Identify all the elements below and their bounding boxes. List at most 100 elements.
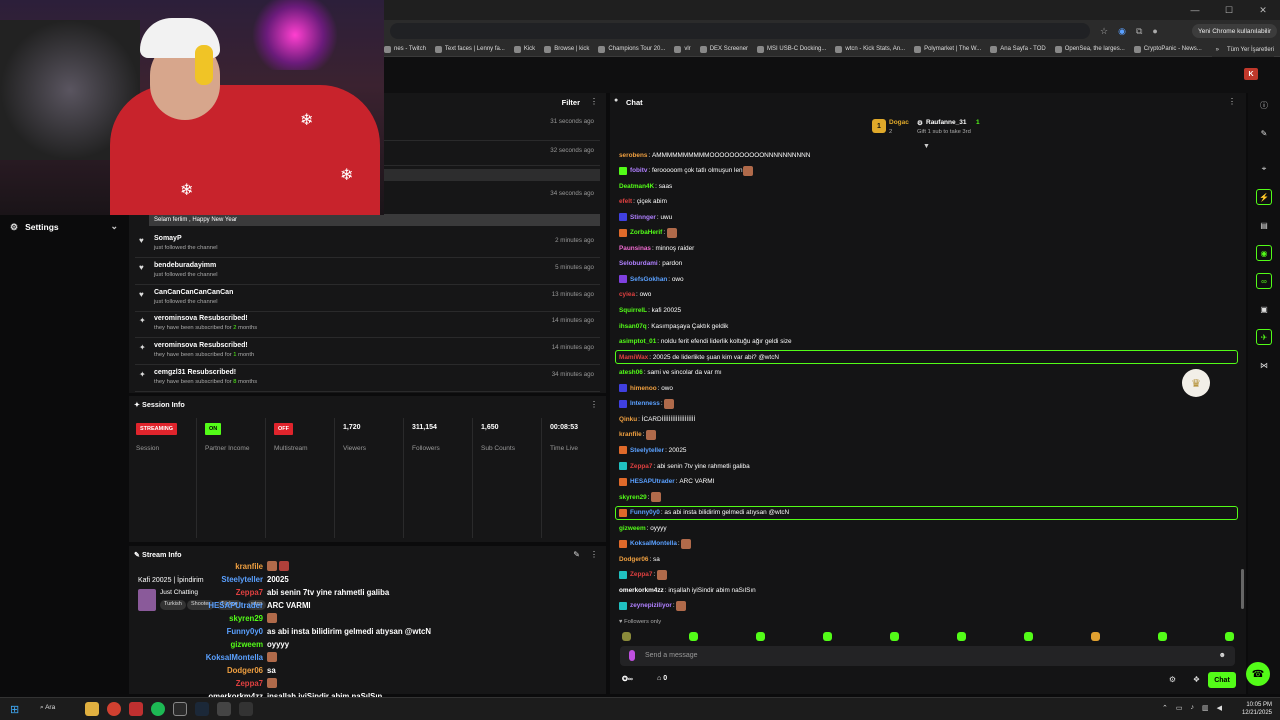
bookmark-item[interactable]: DEX Screener	[699, 45, 748, 53]
lightning-icon[interactable]: ⚡	[1256, 189, 1272, 205]
edit-icon[interactable]: ✎	[573, 550, 580, 559]
windows-start-icon[interactable]: ⊞	[10, 703, 19, 716]
chat-username[interactable]: Intenness	[630, 400, 660, 407]
chat-username[interactable]: Seloburdami	[619, 260, 658, 267]
terminal-icon[interactable]	[173, 702, 187, 716]
emote-icon[interactable]	[1158, 632, 1167, 641]
clock[interactable]: 10:05 PM 12/21/2025	[1242, 701, 1272, 717]
speaker-icon[interactable]: ◀	[1217, 704, 1222, 712]
app-icon[interactable]	[129, 702, 143, 716]
gift-prompt[interactable]: Gift 1 sub to take 3rd	[917, 129, 971, 135]
chat-username[interactable]: zeynepiziliyor	[630, 602, 672, 609]
settings-menu[interactable]: ⚙ Settings ⌄	[0, 215, 128, 239]
chrome-update-button[interactable]: Yeni Chrome kullanılabilir	[1192, 24, 1278, 38]
chat-input[interactable]: Send a message ☻	[620, 646, 1235, 666]
pen-icon[interactable]: ✎	[1256, 125, 1272, 141]
emoji-icon[interactable]: ☻	[1219, 652, 1226, 659]
star-icon[interactable]: ☆	[1100, 26, 1108, 37]
chat-username[interactable]: ihsan07q	[619, 323, 647, 330]
bookmark-item[interactable]: OpenSea, the larges...	[1054, 45, 1125, 53]
emote-icon[interactable]	[1091, 632, 1100, 641]
emote-icon[interactable]	[823, 632, 832, 641]
bookmark-item[interactable]: Text faces | Lenny fa...	[434, 45, 505, 53]
emote-icon[interactable]	[756, 632, 765, 641]
chat-username[interactable]: SefsGokhan	[630, 276, 667, 283]
emote-icon[interactable]	[1225, 632, 1234, 641]
all-bookmarks[interactable]: » Tüm Yer İşaretleri	[1211, 42, 1274, 57]
microphone-icon[interactable]	[629, 650, 635, 661]
link-icon[interactable]: ∞	[1256, 273, 1272, 289]
more-options-icon[interactable]: ⋮	[590, 97, 598, 106]
cast-icon[interactable]: ◉	[1118, 26, 1126, 37]
mic-icon[interactable]: ♪	[1190, 704, 1194, 712]
bookmark-item[interactable]: Kick	[513, 45, 535, 53]
bookmark-item[interactable]: MSI USB-C Docking...	[757, 45, 826, 53]
filter-button[interactable]: Filter	[562, 98, 580, 107]
chat-username[interactable]: ZorbaHerif	[630, 229, 662, 236]
chat-username[interactable]: Deatman4K	[619, 183, 654, 190]
app-icon[interactable]	[217, 702, 231, 716]
document-icon[interactable]: ▤	[1256, 217, 1272, 233]
scroll-down-icon[interactable]: ▼	[923, 143, 930, 150]
chat-username[interactable]: asimptot_01	[619, 338, 656, 345]
chat-username[interactable]: gizweem	[619, 525, 646, 532]
target-icon[interactable]: ⌖	[1256, 161, 1272, 177]
chat-username[interactable]: Steelyteller	[630, 447, 664, 454]
chat-username[interactable]: HESAPUtrader	[630, 478, 675, 485]
profile-icon[interactable]: ●	[1152, 26, 1157, 36]
chat-username[interactable]: efelt	[619, 198, 632, 205]
more-options-icon[interactable]: ⋮	[1228, 97, 1236, 106]
chat-username[interactable]: SquirrelL	[619, 307, 647, 314]
chat-username[interactable]: Funny0y0	[630, 509, 660, 516]
bookmark-item[interactable]: nes - Twitch	[384, 45, 426, 53]
bookmark-item[interactable]: vlr	[674, 45, 691, 53]
taskbar-search[interactable]: ⌕ Ara	[40, 704, 55, 712]
chat-username[interactable]: kranfile	[619, 431, 642, 438]
chat-bubble-icon[interactable]: ◉	[1256, 245, 1272, 261]
emote-icon[interactable]	[622, 632, 631, 641]
chat-username[interactable]: KoksalMontella	[630, 540, 677, 547]
chat-scrollbar[interactable]	[1241, 569, 1244, 609]
app-icon[interactable]	[239, 702, 253, 716]
network-icon[interactable]: ▭	[1176, 704, 1183, 712]
steam-icon[interactable]	[195, 702, 209, 716]
emote-picker-icon[interactable]: ❖	[1193, 675, 1200, 684]
chevron-up-icon[interactable]: ⌃	[1162, 704, 1168, 712]
url-field[interactable]	[390, 23, 1090, 39]
monitor-icon[interactable]: ▥	[1202, 704, 1209, 712]
bookmark-item[interactable]: wtcn - Kick Stats, An...	[835, 45, 905, 53]
help-chat-button[interactable]: ☎	[1246, 662, 1270, 686]
gift-subs[interactable]: ⌂ 0	[657, 675, 667, 682]
bookmark-item[interactable]: Champions Tour 20...	[598, 45, 665, 53]
chat-username[interactable]: Zeppa7	[630, 571, 652, 578]
chat-username[interactable]: atesh06	[619, 369, 643, 376]
chat-username[interactable]: Qinku	[619, 416, 637, 423]
bookmark-icon[interactable]: ▣	[1256, 301, 1272, 317]
bookmark-item[interactable]: Polymarket | The W...	[914, 45, 981, 53]
chat-username[interactable]: serobens	[619, 152, 647, 159]
minimize-icon[interactable]: —	[1178, 0, 1212, 20]
chat-username[interactable]: Zeppa7	[630, 463, 652, 470]
kick-logo-icon[interactable]: K	[1244, 68, 1258, 80]
trophy-icon[interactable]: ♛	[1182, 369, 1210, 397]
more-options-icon[interactable]: ⋮	[590, 400, 598, 409]
chat-username[interactable]: Paunsinas	[619, 245, 651, 252]
bookmark-item[interactable]: CryptoPanic - News...	[1133, 45, 1202, 53]
chat-username[interactable]: Stinnger	[630, 214, 656, 221]
chat-username[interactable]: MamiWax	[619, 354, 648, 361]
send-chat-button[interactable]: Chat	[1208, 672, 1236, 688]
extensions-icon[interactable]: ⧉	[1136, 26, 1142, 37]
tool-icon[interactable]: ✈	[1256, 329, 1272, 345]
chat-username[interactable]: omerkorkm4zz	[619, 587, 664, 594]
chat-username[interactable]: himenoo	[630, 385, 657, 392]
emote-icon[interactable]	[957, 632, 966, 641]
info-icon[interactable]: ⓘ	[1256, 97, 1272, 113]
settings-gear-icon[interactable]: ⚙	[1169, 675, 1176, 684]
chat-username[interactable]: cyiea	[619, 291, 635, 298]
chrome-icon[interactable]	[107, 702, 121, 716]
file-explorer-icon[interactable]	[85, 702, 99, 716]
chat-username[interactable]: Dodger06	[619, 556, 648, 563]
bookmark-item[interactable]: Browse | kick	[544, 45, 589, 53]
emote-icon[interactable]	[689, 632, 698, 641]
maximize-icon[interactable]: ☐	[1212, 0, 1246, 20]
